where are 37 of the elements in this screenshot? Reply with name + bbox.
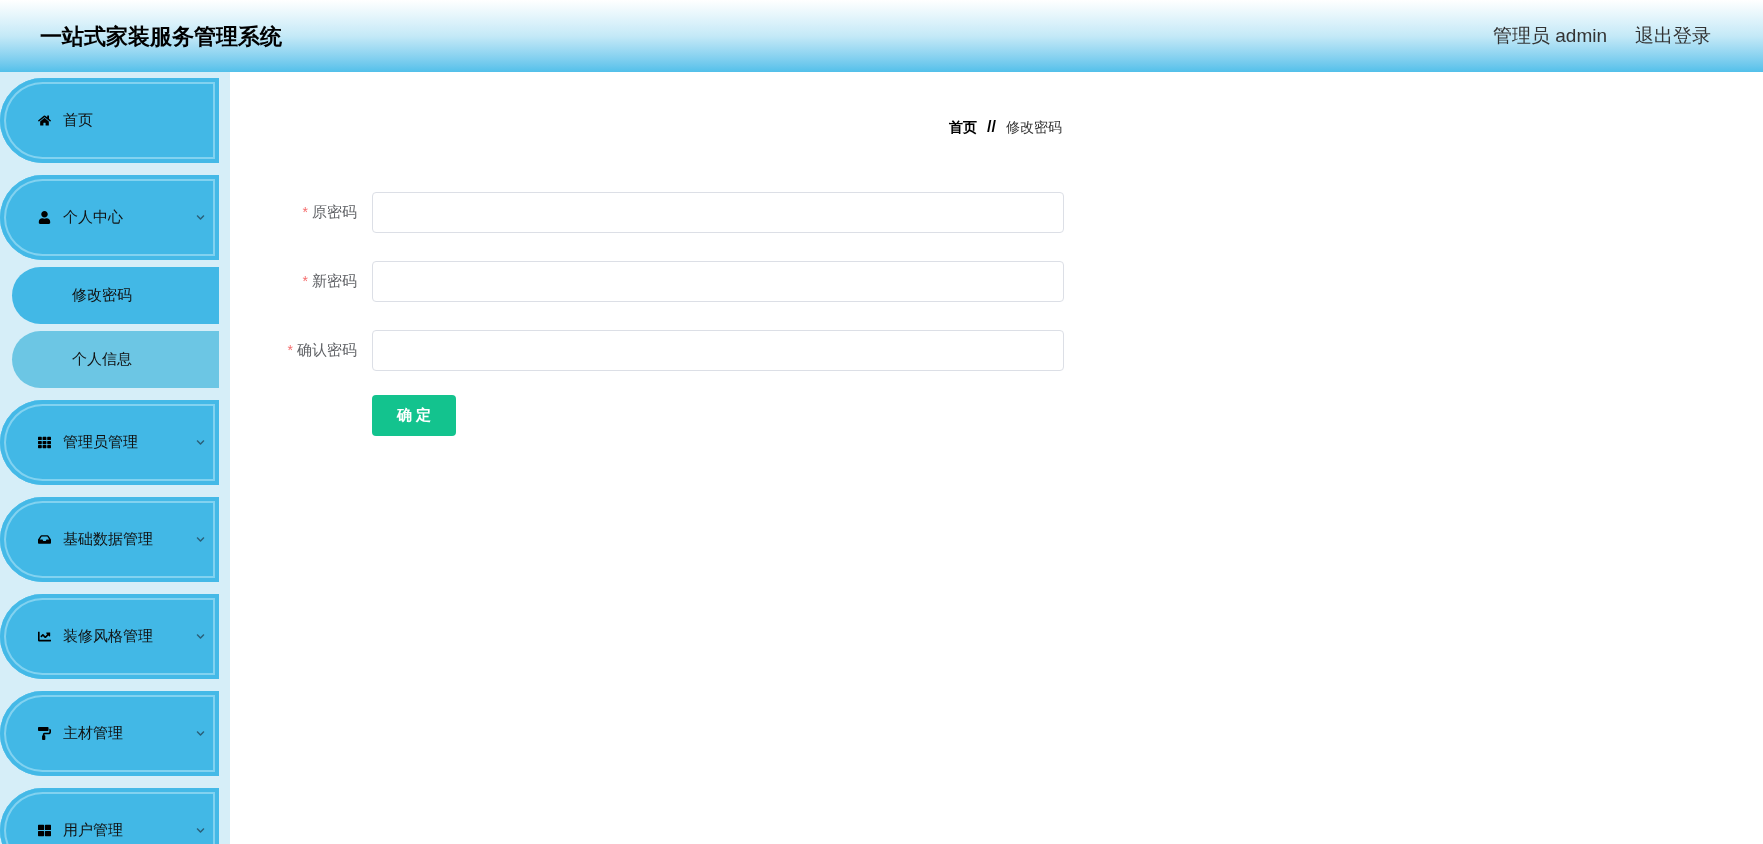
chevron-down-icon	[196, 213, 205, 222]
password-field[interactable]	[372, 261, 1064, 302]
required-asterisk: *	[302, 272, 308, 291]
chevron-down-icon	[196, 632, 205, 641]
submenu-item[interactable]: 个人信息	[12, 331, 219, 388]
breadcrumb-link[interactable]: 首页	[949, 116, 978, 138]
chevron-down-icon	[196, 729, 205, 738]
breadcrumb-link[interactable]: 修改密码	[1006, 116, 1062, 138]
sidebar-menu-item[interactable]: 首页	[0, 78, 219, 163]
four-squares-icon	[38, 824, 51, 837]
home-icon	[38, 114, 51, 127]
field-label: 新密码	[312, 271, 357, 292]
sidebar-menu-item[interactable]: 个人中心	[0, 175, 219, 260]
chart-icon	[38, 630, 51, 643]
tray-icon	[38, 533, 51, 546]
sidebar-menu-item[interactable]: 管理员管理	[0, 400, 219, 485]
grid-icon	[38, 436, 51, 449]
field-label: 原密码	[312, 202, 357, 223]
sidebar-menu-item[interactable]: 主材管理	[0, 691, 219, 776]
breadcrumb-separator: //	[987, 117, 996, 137]
submenu-item[interactable]: 修改密码	[12, 267, 219, 324]
sidebar-menu-item[interactable]: 用户管理	[0, 788, 219, 844]
chevron-down-icon	[196, 826, 205, 835]
logout-link[interactable]: 退出登录	[1635, 21, 1711, 51]
password-field[interactable]	[372, 192, 1064, 233]
sidebar-menu-item[interactable]: 基础数据管理	[0, 497, 219, 582]
chevron-down-icon	[196, 438, 205, 447]
field-label: 确认密码	[297, 340, 357, 361]
user-icon	[38, 211, 51, 224]
sidebar-menu-item[interactable]: 装修风格管理	[0, 594, 219, 679]
paint-roller-icon	[38, 727, 51, 740]
chevron-down-icon	[196, 535, 205, 544]
required-asterisk: *	[302, 203, 308, 222]
required-asterisk: *	[287, 341, 293, 360]
password-field[interactable]	[372, 330, 1064, 371]
app-title: 一站式家装服务管理系统	[40, 22, 282, 51]
user-label: 管理员 admin	[1492, 23, 1607, 48]
